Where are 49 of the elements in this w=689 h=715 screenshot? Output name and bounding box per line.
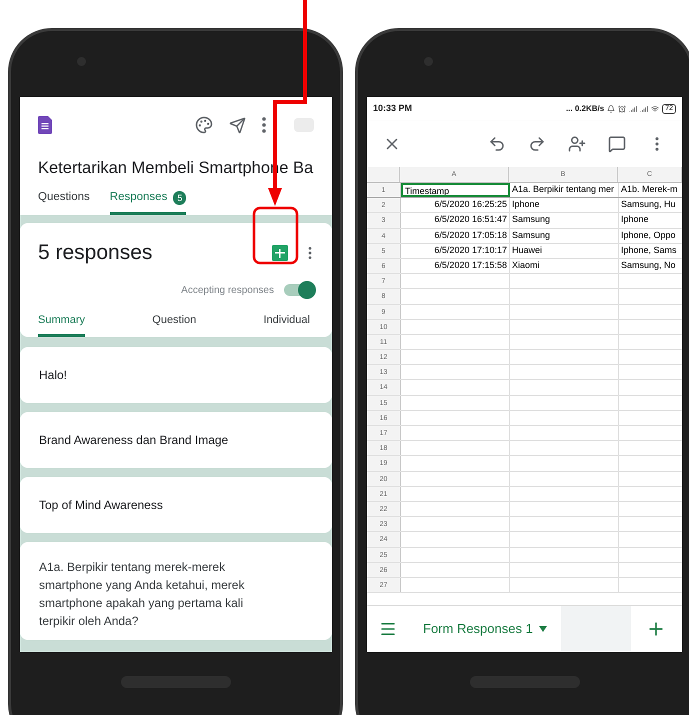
table-cell[interactable]: Iphone: [510, 198, 619, 212]
count-badge: 5: [173, 190, 186, 205]
responses-heading: 5 responses: [38, 240, 152, 266]
wifi-icon: [651, 105, 660, 113]
more-icon[interactable]: [262, 117, 266, 133]
table-cell[interactable]: Xiaomi: [510, 258, 619, 274]
accepting-label: Accepting responses: [181, 284, 274, 298]
status-time: 10:33 PM: [373, 102, 412, 116]
comment-icon[interactable]: [608, 135, 626, 153]
summary-tab[interactable]: Summary: [38, 312, 86, 338]
section-title: Halo!: [39, 367, 68, 384]
alarm-icon: [618, 105, 626, 113]
table-cell[interactable]: 6/5/2020 16:51:47: [401, 213, 510, 228]
table-cell[interactable]: Iphone, Oppo: [619, 228, 682, 243]
signal-icon: [640, 105, 648, 113]
table-cell[interactable]: A1b. Merek-m: [619, 183, 682, 198]
menu-icon[interactable]: [379, 620, 397, 638]
toggle-switch[interactable]: [284, 284, 314, 296]
table-cell[interactable]: Iphone: [619, 213, 682, 228]
table-cell[interactable]: 6/5/2020 17:10:17: [401, 244, 510, 258]
table-cell[interactable]: 6/5/2020 17:05:18: [401, 228, 510, 243]
form-tab[interactable]: Responses 5: [110, 189, 186, 216]
section-title: Brand Awareness dan Brand Image: [39, 432, 228, 450]
section-title: Top of Mind Awareness: [39, 497, 163, 514]
forms-logo-icon: [38, 116, 52, 134]
table-cell[interactable]: Samsung, Hu: [619, 198, 682, 212]
summary-tab[interactable]: Question: [152, 312, 196, 338]
network-speed: ... 0.2KB/s: [566, 103, 604, 115]
summary-tab[interactable]: Individual: [264, 312, 310, 338]
table-cell[interactable]: 6/5/2020 17:15:58: [401, 258, 510, 274]
table-cell[interactable]: Samsung, No: [619, 258, 682, 274]
redo-icon[interactable]: [528, 135, 546, 153]
signal-icon: [629, 105, 638, 113]
undo-icon[interactable]: [488, 135, 506, 153]
spreadsheet-icon[interactable]: [272, 245, 288, 261]
question-text: A1a. Berpikir tentang merek-merek smartphone yang Anda ketahui, merek smartphone apakah yang pertama kali terpikir oleh Anda?: [39, 559, 246, 630]
table-cell[interactable]: Samsung: [510, 228, 619, 243]
table-cell[interactable]: Huawei: [510, 244, 619, 258]
table-cell[interactable]: A1a. Berpikir tentang mer: [510, 183, 619, 198]
table-cell[interactable]: 6/5/2020 16:25:25: [401, 198, 510, 212]
highlight-frame: [252, 206, 298, 264]
table-cell[interactable]: Samsung: [510, 213, 619, 228]
form-tab[interactable]: Questions: [38, 189, 90, 216]
table-cell[interactable]: Iphone, Sams: [619, 244, 682, 258]
send-icon[interactable]: [229, 116, 246, 134]
bell-icon: [607, 105, 616, 113]
add-person-icon[interactable]: [568, 135, 586, 153]
dropdown-caret-icon: [538, 626, 547, 632]
palette-icon[interactable]: [195, 116, 213, 134]
